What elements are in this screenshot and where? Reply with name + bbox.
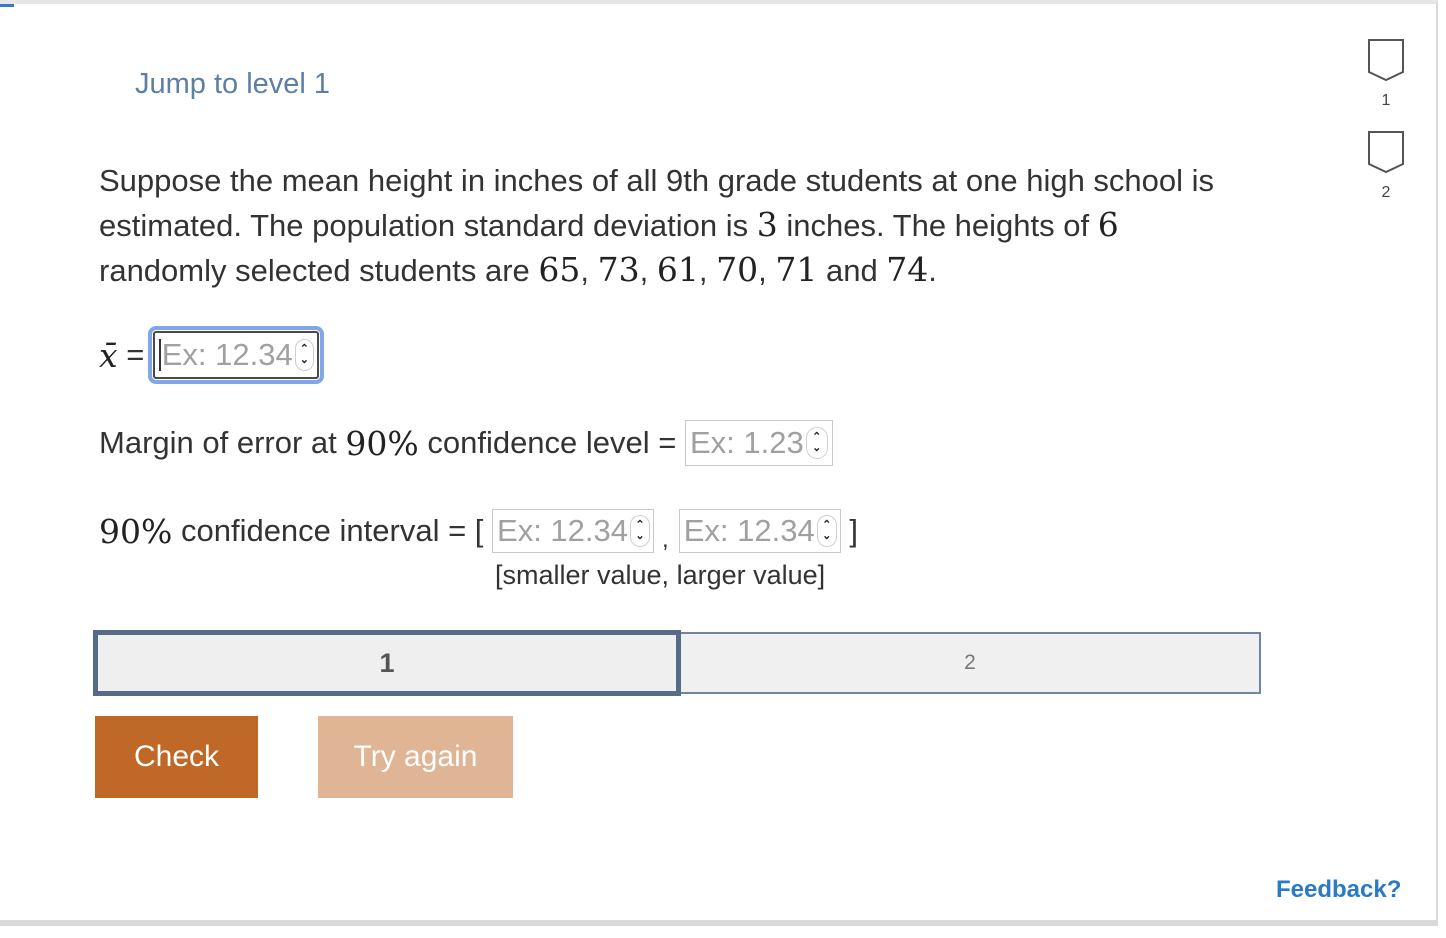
interval-lower-input[interactable]: Ex: 12.34 ⌃ ⌄ <box>492 509 655 553</box>
margin-label-b: confidence level = <box>418 425 685 460</box>
side-level-1[interactable]: 1 <box>1366 38 1406 110</box>
problem-and: and <box>817 253 887 288</box>
level-tab-1[interactable]: 1 <box>93 630 681 696</box>
interval-hint: [smaller value, larger value] <box>495 560 826 590</box>
std-dev-value: 3 <box>756 205 778 244</box>
xbar-symbol: x̄ <box>99 335 118 375</box>
check-button[interactable]: Check <box>95 716 258 798</box>
interval-upper-input[interactable]: Ex: 12.34 ⌃ ⌄ <box>678 509 841 553</box>
side-level-label: 2 <box>1381 184 1391 201</box>
xbar-placeholder: Ex: 12.34 <box>161 337 293 372</box>
height-3: 61 <box>656 250 699 289</box>
height-6: 74 <box>886 250 929 289</box>
spinner-icon[interactable]: ⌃ ⌄ <box>630 515 651 547</box>
xbar-equals: = <box>117 337 153 372</box>
margin-label-a: Margin of error at <box>99 425 346 460</box>
spinner-icon[interactable]: ⌃ ⌄ <box>816 515 837 547</box>
activity-frame: Jump to level 1 Suppose the mean height … <box>0 0 1438 926</box>
try-again-button[interactable]: Try again <box>318 716 513 798</box>
problem-period: . <box>928 253 937 288</box>
interval-percent: 90% <box>99 511 173 551</box>
corner-accent <box>0 4 14 7</box>
shield-icon <box>1368 39 1404 82</box>
height-2: 73 <box>597 250 640 289</box>
margin-input[interactable]: Ex: 1.23 ⌃ ⌄ <box>685 420 833 466</box>
jump-to-level-link[interactable]: Jump to level 1 <box>135 68 330 101</box>
margin-of-error-row: Margin of error at 90% confidence level … <box>99 418 833 468</box>
side-level-2[interactable]: 2 <box>1366 130 1406 202</box>
margin-percent: 90% <box>345 423 419 463</box>
height-4: 70 <box>716 250 759 289</box>
sample-size-value: 6 <box>1097 205 1119 244</box>
text-caret <box>158 339 161 371</box>
spinner-icon[interactable]: ⌃ ⌄ <box>805 427 828 459</box>
confidence-interval-row: 90% confidence interval = [ Ex: 12.34 ⌃ ⌄… <box>99 506 858 556</box>
lower-placeholder: Ex: 12.34 <box>497 513 629 548</box>
problem-line1: Suppose the mean height in inches of all… <box>99 163 1215 198</box>
feedback-link[interactable]: Feedback? <box>1276 876 1401 904</box>
problem-line3-a: randomly selected students are <box>99 253 539 288</box>
height-5: 71 <box>775 250 818 289</box>
level-tabs: 1 2 <box>93 630 1261 696</box>
side-level-label: 1 <box>1381 92 1391 109</box>
interval-comma: , <box>662 526 669 553</box>
interval-close-bracket: ] <box>840 513 858 548</box>
problem-line2-b: inches. The heights of <box>777 208 1098 243</box>
problem-line2-a: estimated. The population standard devia… <box>99 208 757 243</box>
shield-icon <box>1368 131 1404 174</box>
xbar-row: x̄ = Ex: 12.34 ⌃ ⌄ <box>99 326 324 384</box>
problem-statement: Suppose the mean height in inches of all… <box>99 163 1215 289</box>
height-1: 65 <box>538 250 581 289</box>
spinner-icon[interactable]: ⌃ ⌄ <box>294 339 314 371</box>
margin-placeholder: Ex: 1.23 <box>690 425 804 460</box>
upper-placeholder: Ex: 12.34 <box>683 513 815 548</box>
xbar-input[interactable]: Ex: 12.34 ⌃ ⌄ <box>147 326 324 384</box>
level-tab-2[interactable]: 2 <box>681 632 1261 694</box>
interval-label: confidence interval = [ <box>172 513 493 548</box>
